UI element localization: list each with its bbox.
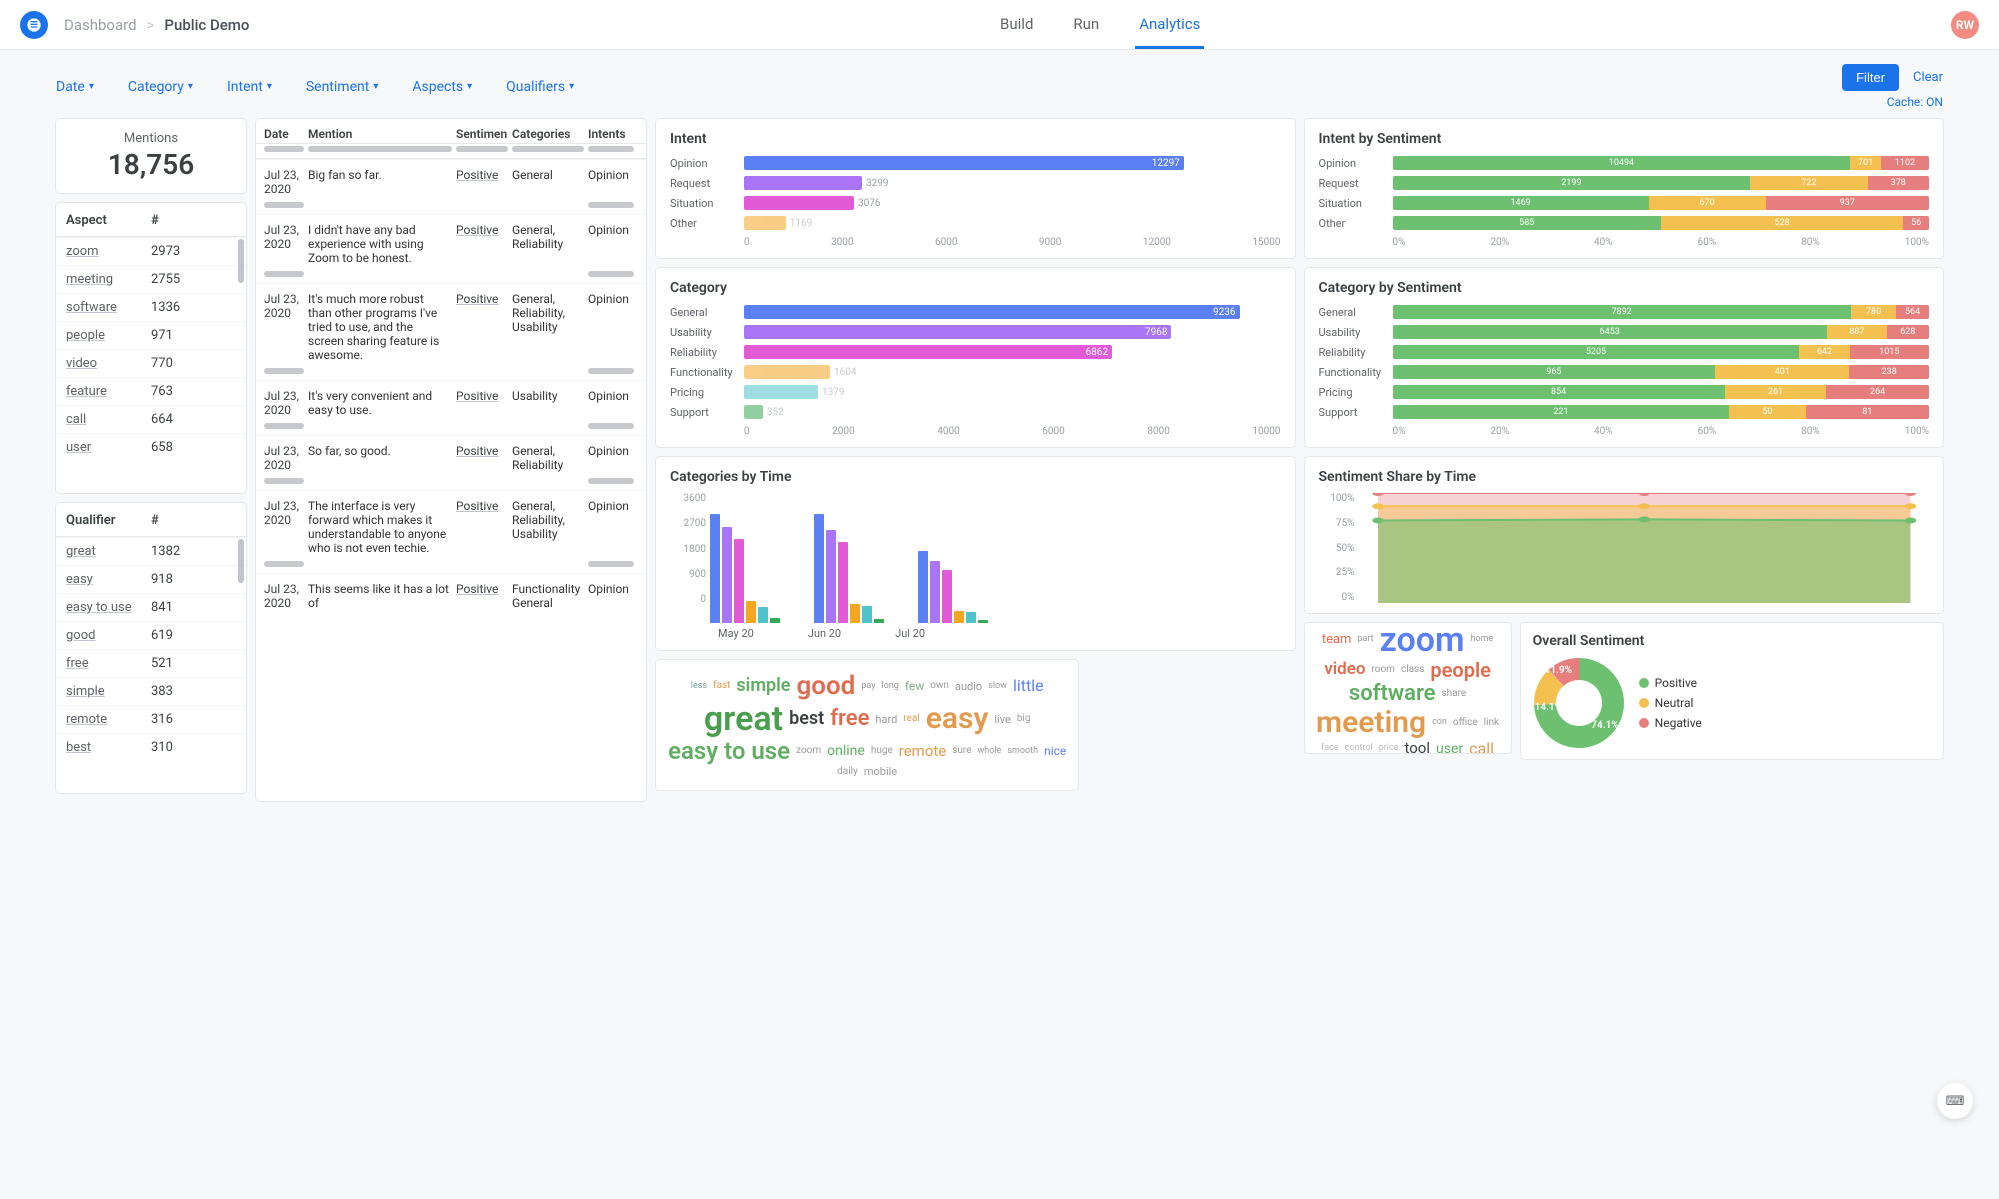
chart-cats-time: Categories by Time 3600270018009000 May … [656, 457, 1295, 650]
table-row[interactable]: user658 [56, 433, 246, 461]
tab-build[interactable]: Build [996, 1, 1037, 49]
chart-title: Categories by Time [670, 469, 1281, 485]
breadcrumb: Dashboard > Public Demo [64, 16, 249, 34]
wordcloud-qualifiers: lessfastsimplegoodpaylongfewownaudioslow… [656, 660, 1078, 790]
table-row[interactable]: meeting2755 [56, 265, 246, 293]
scroll-indicator[interactable] [238, 239, 244, 283]
table-row[interactable]: simple383 [56, 677, 246, 705]
chart-overall-sentiment: Overall Sentiment 74.1% 14.1% 11.9% Posi… [1521, 623, 1943, 759]
col-count: # [151, 513, 159, 528]
table-row[interactable]: Jul 23, 2020It's very convenient and eas… [256, 380, 646, 423]
chart-sentiment-time: Sentiment Share by Time 100%75%50%25%0% [1305, 457, 1944, 613]
table-row[interactable]: Jul 23, 2020I didn't have any bad experi… [256, 214, 646, 271]
chart-category: Category General9236Usability7968Reliabi… [656, 268, 1295, 447]
clear-link[interactable]: Clear [1913, 70, 1943, 85]
filter-sentiment[interactable]: Sentiment [306, 79, 379, 95]
table-row[interactable]: great1382 [56, 537, 246, 565]
filter-intent[interactable]: Intent [227, 79, 272, 95]
chart-title: Overall Sentiment [1533, 633, 1931, 649]
kpi-label: Mentions [56, 131, 246, 146]
table-row[interactable]: best310 [56, 733, 246, 761]
breadcrumb-sep: > [147, 16, 155, 34]
tab-run[interactable]: Run [1069, 1, 1103, 49]
scroll-indicator[interactable] [238, 539, 244, 583]
legend-item: Neutral [1639, 696, 1702, 710]
qualifiers-table: Qualifier# great1382easy918easy to use84… [56, 503, 246, 793]
chart-intent: Intent Opinion12297Request3299Situation3… [656, 119, 1295, 258]
mentions-table: Date Mention Sentimen Categories Intents… [256, 119, 646, 801]
table-row[interactable]: call664 [56, 405, 246, 433]
keyboard-icon[interactable]: ⌨ [1937, 1083, 1973, 1119]
table-row[interactable]: remote316 [56, 705, 246, 733]
table-row[interactable]: feature763 [56, 377, 246, 405]
filter-category[interactable]: Category [128, 79, 193, 95]
col-categories: Categories [512, 127, 588, 141]
table-row[interactable]: Jul 23, 2020Big fan so far.PositiveGener… [256, 159, 646, 202]
table-row[interactable]: Jul 23, 2020The interface is very forwar… [256, 490, 646, 561]
chart-title: Category by Sentiment [1319, 280, 1930, 296]
cache-status: Cache: ON [1887, 95, 1943, 109]
col-date: Date [264, 127, 308, 141]
filter-aspects[interactable]: Aspects [412, 79, 472, 95]
table-row[interactable]: video770 [56, 349, 246, 377]
breadcrumb-root[interactable]: Dashboard [64, 16, 137, 34]
aspects-table: Aspect# zoom2973meeting2755software1336p… [56, 203, 246, 493]
kpi-value: 18,756 [56, 148, 246, 181]
chart-intent-sentiment: Intent by Sentiment Opinion104947011102R… [1305, 119, 1944, 258]
chart-title: Intent [670, 131, 1281, 147]
table-row[interactable]: people971 [56, 321, 246, 349]
col-qualifier: Qualifier [66, 513, 151, 528]
table-row[interactable]: Jul 23, 2020It's much more robust than o… [256, 283, 646, 368]
col-aspect: Aspect [66, 213, 151, 228]
table-row[interactable]: software1336 [56, 293, 246, 321]
table-row[interactable]: Jul 23, 2020This seems like it has a lot… [256, 573, 646, 616]
topbar: Dashboard > Public Demo Build Run Analyt… [0, 0, 1999, 50]
breadcrumb-current: Public Demo [164, 16, 249, 34]
kpi-mentions: Mentions 18,756 [56, 119, 246, 193]
filter-date[interactable]: Date [56, 79, 94, 95]
tab-analytics[interactable]: Analytics [1135, 1, 1204, 49]
chart-title: Intent by Sentiment [1319, 131, 1930, 147]
table-row[interactable]: Jul 23, 2020So far, so good.PositiveGene… [256, 435, 646, 478]
filter-qualifiers[interactable]: Qualifiers [506, 79, 574, 95]
filter-bar: Date Category Intent Sentiment Aspects Qualif… [0, 50, 1999, 119]
col-sentiment: Sentimen [456, 127, 512, 141]
table-row[interactable]: easy to use841 [56, 593, 246, 621]
col-intents: Intents [588, 127, 638, 141]
chart-title: Category [670, 280, 1281, 296]
wordcloud-aspects: workfeatureclienthostwhatteampartzoomhom… [1305, 623, 1511, 753]
col-count: # [151, 213, 159, 228]
avatar[interactable]: RW [1951, 11, 1979, 39]
legend-item: Negative [1639, 716, 1702, 730]
filter-button[interactable]: Filter [1842, 64, 1899, 91]
logo-icon[interactable] [20, 11, 48, 39]
table-row[interactable]: zoom2973 [56, 237, 246, 265]
table-row[interactable]: good619 [56, 621, 246, 649]
col-mention: Mention [308, 127, 456, 141]
chart-title: Sentiment Share by Time [1319, 469, 1930, 485]
table-row[interactable]: easy918 [56, 565, 246, 593]
legend-item: Positive [1639, 676, 1702, 690]
table-row[interactable]: free521 [56, 649, 246, 677]
chart-category-sentiment: Category by Sentiment General7892780564U… [1305, 268, 1944, 447]
